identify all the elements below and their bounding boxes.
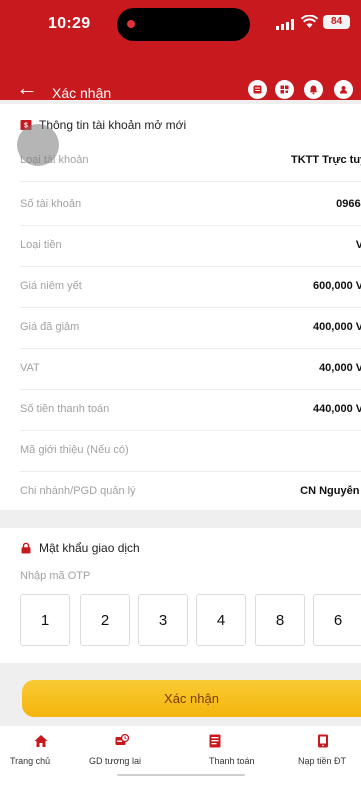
tab-payment[interactable]: Thanh toán (166, 732, 255, 772)
tab-label: Nạp tiền ĐT (298, 756, 347, 766)
home-indicator (117, 774, 245, 776)
touch-indicator (17, 124, 59, 166)
transaction-password-heading: Mật khẩu giao dịch (20, 541, 140, 555)
nav-bar: ← Xác nhận (0, 77, 361, 106)
bottom-tab-bar: Trang chủ GD tương lai Thanh toán Nạp ti… (0, 726, 361, 785)
info-row-payment-amount: Số tiền thanh toán 440,000 VND (20, 391, 361, 431)
info-label: Số tài khoản (20, 198, 82, 210)
tab-label: GD tương lai (89, 756, 141, 766)
tab-home[interactable]: Trang chủ (0, 732, 80, 772)
info-value: VND (355, 239, 361, 251)
tab-label: Trang chủ (10, 756, 51, 766)
tab-future-transaction[interactable]: GD tương lai (80, 732, 166, 772)
info-value: TKTT Trực tuyến (290, 154, 361, 166)
cellular-signal-icon (276, 19, 294, 30)
otp-label: Nhập mã OTP (20, 570, 91, 582)
back-arrow-icon[interactable]: ← (16, 77, 38, 99)
otp-digit-box[interactable]: 6 (313, 594, 361, 646)
info-label: Chi nhánh/PGD quản lý (20, 485, 136, 497)
battery-indicator: 84 (323, 15, 350, 29)
info-value: CN Nguyễn Trã (300, 485, 361, 497)
account-info-title: Thông tin tài khoản mở mới (39, 118, 187, 132)
info-row-referral-code: Mã giới thiệu (Nếu có) (20, 432, 361, 472)
profile-icon[interactable] (334, 80, 353, 99)
wifi-icon (301, 15, 318, 28)
info-label: Số tiền thanh toán (20, 403, 110, 415)
info-row-vat: VAT 40,000 VND (20, 350, 361, 390)
transaction-password-title: Mật khẩu giao dịch (39, 541, 140, 555)
info-value: 440,000 VND (312, 403, 361, 415)
bill-payment-icon (209, 734, 221, 748)
recording-indicator-icon (127, 20, 135, 28)
info-row-branch: Chi nhánh/PGD quản lý CN Nguyễn Trã (20, 473, 361, 513)
info-row-account-type: Loại tài khoản TKTT Trực tuyến (20, 142, 361, 182)
otp-digit-box[interactable]: 4 (196, 594, 246, 646)
info-value: 0966456 (336, 198, 361, 210)
info-label: Giá đã giảm (20, 321, 80, 333)
info-row-listed-price: Giá niêm yết 600,000 VND (20, 268, 361, 308)
app-header: 10:29 84 ← Xác nhận (0, 0, 361, 101)
info-value: 600,000 VND (312, 280, 361, 292)
info-label: Loại tiền (20, 239, 62, 251)
page-title: Xác nhận (52, 85, 112, 101)
home-icon (34, 735, 48, 747)
qr-code-icon[interactable] (275, 80, 294, 99)
otp-digit-box[interactable]: 2 (80, 594, 130, 646)
info-row-discounted-price: Giá đã giảm 400,000 VND (20, 309, 361, 349)
phone-topup-icon (318, 734, 328, 748)
info-row-currency: Loại tiền VND (20, 227, 361, 267)
lock-icon (21, 542, 31, 554)
info-value: 400,000 VND (312, 321, 361, 333)
notification-icon[interactable] (304, 80, 323, 99)
info-value (140, 444, 361, 459)
dynamic-island (117, 8, 250, 41)
info-label: Mã giới thiệu (Nếu có) (20, 444, 129, 456)
info-label: VAT (20, 362, 40, 374)
confirm-button[interactable]: Xác nhận (22, 680, 361, 717)
otp-digit-box[interactable]: 1 (20, 594, 70, 646)
otp-digit-box[interactable]: 8 (255, 594, 305, 646)
future-transaction-icon (115, 734, 129, 745)
info-label: Giá niêm yết (20, 280, 82, 292)
info-row-account-number: Số tài khoản 0966456 (20, 186, 361, 226)
status-time: 10:29 (48, 15, 91, 32)
info-value: 40,000 VND (319, 362, 361, 374)
tab-label: Thanh toán (209, 756, 255, 766)
tab-phone-topup[interactable]: Nạp tiền ĐT (251, 732, 361, 772)
status-bar: 10:29 84 (0, 0, 361, 50)
otp-digit-box[interactable]: 3 (138, 594, 188, 646)
bill-icon[interactable] (248, 80, 267, 99)
